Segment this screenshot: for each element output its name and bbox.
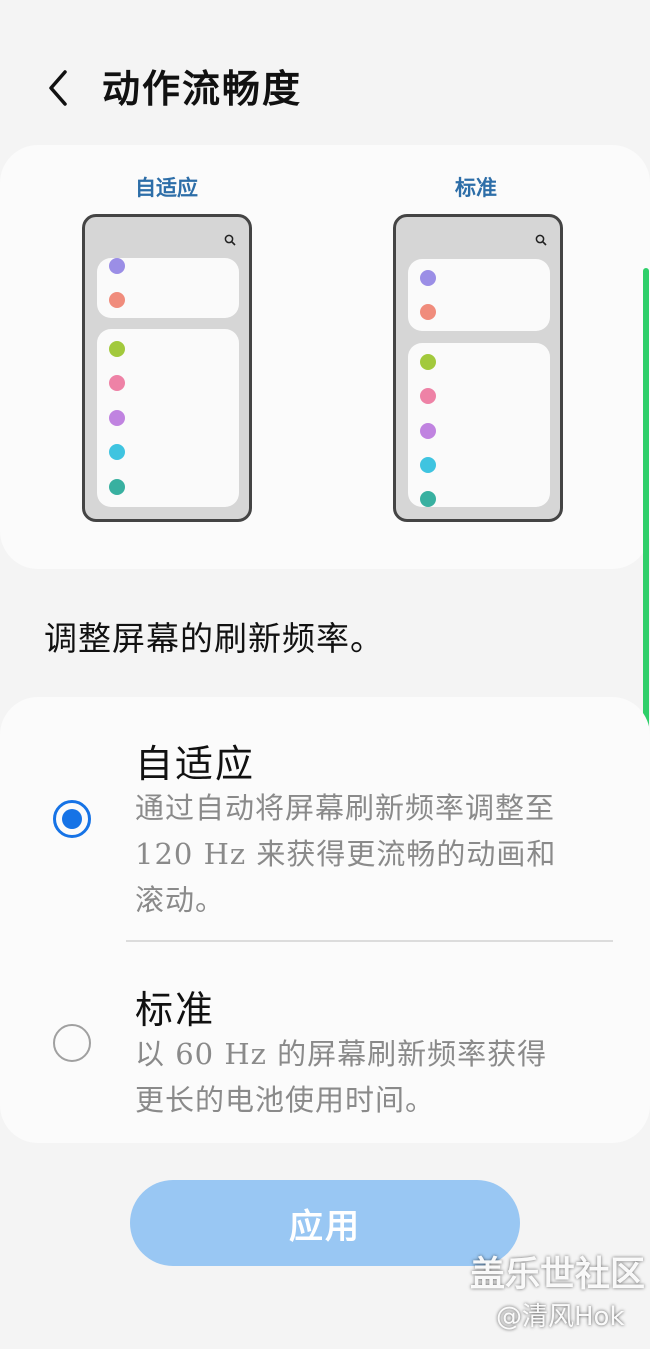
preview-card-top <box>97 258 239 318</box>
back-button[interactable] <box>30 62 86 114</box>
preview-card-top <box>408 259 550 331</box>
page-title: 动作流畅度 <box>102 67 303 111</box>
watermark-text: 盖乐世社区 <box>470 1255 646 1295</box>
option-title: 自适应 <box>135 742 256 786</box>
list-dot <box>109 410 125 426</box>
radio-adaptive[interactable] <box>53 800 91 838</box>
option-description: 以 60 Hz 的屏幕刷新频率获得 更长的电池使用时间。 <box>135 1037 548 1117</box>
list-dot <box>109 292 125 308</box>
list-dot <box>109 258 125 274</box>
list-dot <box>420 457 436 473</box>
preview-card: 自适应 标准 <box>0 145 650 569</box>
list-dot <box>420 354 436 370</box>
preview-label-adaptive: 自适应 <box>135 176 198 200</box>
watermark-handle: @清风Hok <box>496 1302 625 1332</box>
list-dot <box>109 479 125 495</box>
list-dot <box>420 304 436 320</box>
scroll-indicator[interactable] <box>643 268 649 780</box>
radio-standard[interactable] <box>53 1024 91 1062</box>
preview-card-bottom <box>97 329 239 507</box>
header: 动作流畅度 <box>0 40 650 136</box>
list-dot <box>109 444 125 460</box>
list-dot <box>109 341 125 357</box>
search-icon <box>224 234 236 246</box>
list-dot <box>420 423 436 439</box>
chevron-left-icon <box>49 70 67 106</box>
list-dot <box>420 491 436 507</box>
list-dot <box>420 388 436 404</box>
divider <box>126 940 613 942</box>
list-dot <box>420 270 436 286</box>
preview-label-standard: 标准 <box>455 176 497 200</box>
option-title: 标准 <box>135 988 216 1032</box>
apply-button[interactable]: 应用 <box>130 1180 520 1266</box>
search-icon <box>535 234 547 246</box>
description-text: 调整屏幕的刷新频率。 <box>44 619 384 658</box>
option-description: 通过自动将屏幕刷新频率调整至 120 Hz 来获得更流畅的动画和 滚动。 <box>135 791 557 917</box>
phone-preview-standard <box>393 214 563 522</box>
preview-card-bottom <box>408 343 550 507</box>
list-dot <box>109 375 125 391</box>
phone-preview-adaptive <box>82 214 252 522</box>
